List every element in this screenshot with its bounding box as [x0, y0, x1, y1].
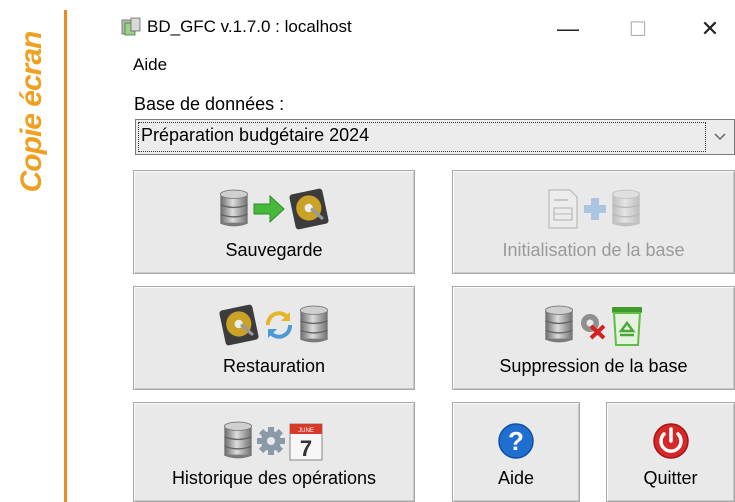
side-label-text: Copie écran — [15, 31, 48, 193]
restauration-label: Restauration — [222, 356, 326, 376]
database-select-value: Préparation budgétaire 2024 — [141, 125, 370, 145]
help-icon: ? — [498, 423, 534, 459]
svg-text:?: ? — [508, 426, 524, 456]
database-icon — [543, 304, 575, 346]
aide-button[interactable]: ? Aide — [452, 402, 580, 502]
aide-label: Aide — [497, 468, 535, 488]
quitter-label: Quitter — [643, 468, 698, 488]
database-icon — [610, 188, 642, 230]
initialisation-button[interactable]: Initialisation de la base — [452, 170, 735, 274]
close-icon: ✕ — [700, 16, 720, 41]
database-icon — [298, 304, 330, 346]
suppression-button[interactable]: Suppression de la base — [452, 286, 735, 390]
refresh-icon — [266, 311, 292, 339]
quitter-button[interactable]: Quitter — [606, 402, 735, 502]
minimize-button[interactable]: — — [545, 14, 591, 44]
power-icon — [652, 423, 689, 459]
restauration-button[interactable]: Restauration — [133, 286, 415, 390]
minimize-icon: — — [557, 16, 579, 41]
hard-drive-icon — [288, 188, 330, 230]
database-icon — [218, 188, 250, 230]
suppression-label: Suppression de la base — [499, 356, 688, 376]
database-icon — [222, 420, 254, 462]
recycle-bin-icon — [611, 307, 642, 346]
close-button[interactable]: ✕ — [687, 14, 733, 44]
app-window: BD_GFC v.1.7.0 : localhost — ☐ ✕ Aide Ba… — [115, 0, 735, 502]
side-accent-bar — [64, 10, 67, 502]
chevron-down-icon[interactable] — [710, 127, 730, 147]
app-icon — [121, 17, 141, 36]
delete-x-icon — [580, 314, 605, 340]
plus-icon — [583, 198, 606, 220]
sauvegarde-label: Sauvegarde — [225, 240, 323, 260]
calendar-icon: JUNE 7 — [289, 423, 323, 461]
side-label: Copie écran — [2, 0, 62, 502]
arrow-right-icon — [253, 194, 285, 224]
sauvegarde-button[interactable]: Sauvegarde — [133, 170, 415, 274]
historique-label: Historique des opérations — [171, 468, 377, 488]
historique-button[interactable]: JUNE 7 Historique des opérations — [133, 402, 415, 502]
calendar-month: JUNE — [298, 428, 314, 434]
menu-aide[interactable]: Aide — [133, 55, 167, 75]
document-icon — [547, 189, 578, 229]
database-select[interactable]: Préparation budgétaire 2024 — [135, 119, 735, 155]
database-label: Base de données : — [134, 94, 285, 114]
maximize-icon: ☐ — [629, 18, 647, 41]
title-bar[interactable]: BD_GFC v.1.7.0 : localhost — ☐ ✕ — [115, 0, 735, 50]
calendar-day: 7 — [300, 436, 312, 461]
gear-icon — [257, 427, 285, 455]
hard-drive-icon — [218, 304, 260, 346]
window-title: BD_GFC v.1.7.0 : localhost — [147, 17, 352, 36]
maximize-button[interactable]: ☐ — [615, 14, 661, 44]
initialisation-label: Initialisation de la base — [502, 240, 685, 260]
